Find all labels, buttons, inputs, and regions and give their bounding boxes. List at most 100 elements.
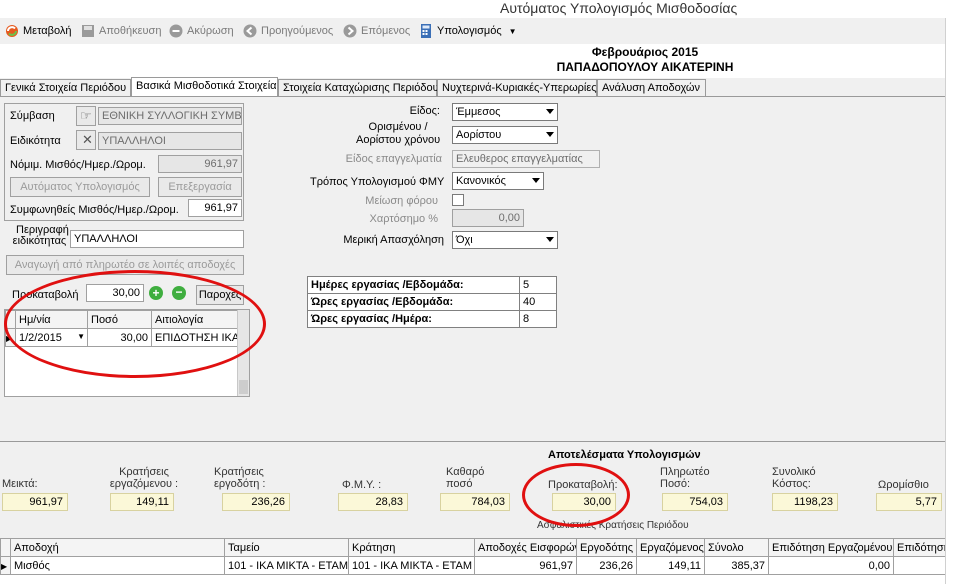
specialty-field[interactable]: ΥΠΑΛΛΗΛΟΙ	[98, 132, 242, 150]
col-employer-subsidy[interactable]: Επιδότηση Ε	[893, 538, 945, 557]
cell-earning[interactable]: Μισθός	[10, 556, 225, 575]
result-label-employee-deductions: Κρατήσεις εργαζόμενου :	[104, 466, 184, 490]
col-earning[interactable]: Αποδοχή	[10, 538, 225, 557]
spec-desc-label-line2: ειδικότητας	[12, 235, 67, 247]
result-label-employer-deductions: Κρατήσεις εργοδότη :	[214, 466, 274, 490]
arrow-right-icon	[342, 23, 358, 39]
tab-earnings-analysis[interactable]: Ανάλυση Αποδοχών	[597, 79, 706, 96]
previous-button[interactable]: Προηγούμενος	[242, 22, 333, 40]
result-employer-deductions-value: 236,26	[222, 493, 290, 511]
save-label: Αποθήκευση	[99, 25, 162, 37]
contract-field[interactable]: ΕΘΝΙΚΗ ΣΥΛΛΟΓΙΚΗ ΣΥΜΒΑΣΗ	[98, 107, 242, 125]
part-time-select[interactable]: Όχι	[452, 231, 558, 249]
result-label-net-1: Καθαρό	[446, 466, 485, 478]
profession-type-label: Είδος επαγγελματία	[345, 153, 442, 165]
save-button[interactable]: Αποθήκευση	[80, 22, 161, 40]
change-button[interactable]: Μεταβολή	[4, 22, 71, 40]
type-label: Είδος:	[409, 105, 440, 117]
col-total[interactable]: Σύνολο	[704, 538, 769, 557]
cell-employer-subsidy[interactable]	[893, 556, 945, 575]
close-icon: ✕	[82, 132, 93, 147]
cell-employer[interactable]: 236,26	[576, 556, 637, 575]
calculator-menu[interactable]: Υπολογισμός ▼	[418, 22, 517, 40]
contract-pick-button[interactable]: ☞	[76, 106, 96, 126]
next-label: Επόμενος	[361, 25, 411, 37]
result-net-value: 784,03	[440, 493, 510, 511]
result-label-total-cost-2: Κόστος:	[772, 478, 811, 490]
result-hourly-value: 5,77	[876, 493, 942, 511]
specialty-clear-button[interactable]: ✕	[76, 130, 96, 150]
refresh-icon	[4, 23, 20, 39]
deductions-header: Αποδοχή Ταμείο Κράτηση Αποδοχές Εισφορών…	[0, 538, 945, 557]
result-label-employee-deductions-2: εργαζόμενου :	[109, 478, 179, 490]
result-label-fmy: Φ.Μ.Υ. :	[342, 479, 381, 491]
fmy-method-label: Τρόπος Υπολογισμού ΦΜΥ	[310, 176, 445, 188]
col-fund[interactable]: Ταμείο	[224, 538, 349, 557]
edit-button[interactable]: Επεξεργασία	[158, 177, 242, 197]
window-title: Αυτόματος Υπολογισμός Μισθοδοσίας	[500, 0, 738, 16]
cell-employee[interactable]: 149,11	[636, 556, 705, 575]
term-value: Αορίστου	[456, 129, 502, 141]
tax-reduction-checkbox[interactable]	[452, 194, 464, 206]
cell-total[interactable]: 385,37	[704, 556, 769, 575]
agreed-wage-label: Συμφωνηθείς Μισθός/Ημερ./Ωρομ.	[10, 204, 179, 216]
legal-wage-field[interactable]: 961,97	[158, 155, 242, 173]
auto-calc-button[interactable]: Αυτόματος Υπολογισμός	[10, 177, 150, 197]
cell-fund[interactable]: 101 - ΙΚΑ ΜΙΚΤΑ - ΕΤΑΜ	[224, 556, 349, 575]
type-select[interactable]: Έμμεσος	[452, 103, 558, 121]
cell-employee-subsidy[interactable]: 0,00	[768, 556, 894, 575]
tab-general[interactable]: Γενικά Στοιχεία Περιόδου	[0, 79, 131, 96]
cell-contribution-earnings[interactable]: 961,97	[474, 556, 577, 575]
table-row: Ημέρες εργασίας /Εβδομάδα: 5	[307, 276, 557, 294]
stamp-field[interactable]: 0,00	[452, 209, 524, 227]
specialty-label: Ειδικότητα	[10, 135, 61, 147]
days-per-week-value[interactable]: 5	[519, 276, 557, 294]
tab-basic-payroll[interactable]: Βασικά Μισθοδοτικά Στοιχεία	[131, 77, 278, 97]
scrollbar-thumb[interactable]	[239, 380, 248, 394]
employee-name: ΠΑΠΑΔΟΠΟΥΛΟΥ ΑΙΚΑΤΕΡΙΝΗ	[556, 60, 734, 74]
result-label-total-cost-1: Συνολικό	[772, 466, 816, 478]
result-label-total-cost: Συνολικό Κόστος:	[772, 466, 816, 490]
period-header: Φεβρουάριος 2015 ΠΑΠΑΔΟΠΟΥΛΟΥ ΑΙΚΑΤΕΡΙΝΗ	[0, 44, 945, 78]
results-title: Αποτελέσματα Υπολογισμών	[548, 449, 701, 461]
result-label-net-2: ποσό	[446, 478, 473, 490]
col-contribution-earnings[interactable]: Αποδοχές Εισφορών	[474, 538, 577, 557]
hours-per-week-value[interactable]: 40	[519, 293, 557, 311]
disk-icon	[80, 23, 96, 39]
arrow-left-icon	[242, 23, 258, 39]
profession-type-value: Ελευθερος επαγγελματίας	[456, 153, 583, 165]
col-employee[interactable]: Εργαζόμενος	[636, 538, 705, 557]
toolbar: Μεταβολή Αποθήκευση Ακύρωση Προηγούμενος…	[0, 18, 958, 44]
term-select[interactable]: Αορίστου	[452, 126, 558, 144]
window-scroll-gutter	[945, 18, 958, 584]
table-row[interactable]: ▶ Μισθός 101 - ΙΚΑ ΜΙΚΤΑ - ΕΤΑΜ 101 - ΙΚ…	[0, 556, 945, 575]
col-deduction[interactable]: Κράτηση	[348, 538, 475, 557]
deductions-grid: Αποδοχή Ταμείο Κράτηση Αποδοχές Εισφορών…	[0, 538, 945, 584]
result-label-fmy-1: Φ.Μ.Υ. :	[342, 479, 382, 491]
term-label-line2: Αορίστου χρόνου	[356, 134, 441, 146]
cell-deduction[interactable]: 101 - ΙΚΑ ΜΙΚΤΑ - ΕΤΑΜ	[348, 556, 475, 575]
hours-per-day-value[interactable]: 8	[519, 310, 557, 328]
cancel-button[interactable]: Ακύρωση	[168, 22, 234, 40]
profession-type-select[interactable]: Ελευθερος επαγγελματίας	[452, 150, 600, 168]
agreed-wage-field[interactable]: 961,97	[188, 199, 242, 217]
col-employer[interactable]: Εργοδότης	[576, 538, 637, 557]
tab-period-entry[interactable]: Στοιχεία Καταχώρισης Περιόδου	[278, 79, 439, 96]
part-time-label: Μερική Απασχόληση	[343, 234, 444, 246]
previous-label: Προηγούμενος	[261, 25, 334, 37]
tab-night-sunday-overtime[interactable]: Νυχτερινά-Κυριακές-Υπερωρίες	[437, 79, 597, 96]
part-time-value: Όχι	[456, 234, 473, 246]
title-bar: Αυτόματος Υπολογισμός Μισθοδοσίας	[0, 0, 958, 18]
result-label-hourly: Ωρομίσθιο	[878, 479, 929, 491]
type-value: Έμμεσος	[456, 106, 501, 118]
table-row: Ώρες εργασίας /Ημέρα: 8	[307, 310, 557, 328]
row-indicator-icon: ▶	[0, 556, 11, 575]
fmy-method-select[interactable]: Κανονικός	[452, 172, 544, 190]
next-button[interactable]: Επόμενος	[342, 22, 410, 40]
col-employee-subsidy[interactable]: Επιδότηση Εργαζομένου	[768, 538, 894, 557]
contract-label: Σύμβαση	[10, 110, 55, 122]
calculator-label: Υπολογισμός	[437, 25, 502, 37]
annotation-ellipse-advance	[4, 270, 266, 378]
period-title: Φεβρουάριος 2015	[591, 45, 699, 59]
spec-desc-field[interactable]: ΥΠΑΛΛΗΛΟΙ	[70, 230, 244, 248]
